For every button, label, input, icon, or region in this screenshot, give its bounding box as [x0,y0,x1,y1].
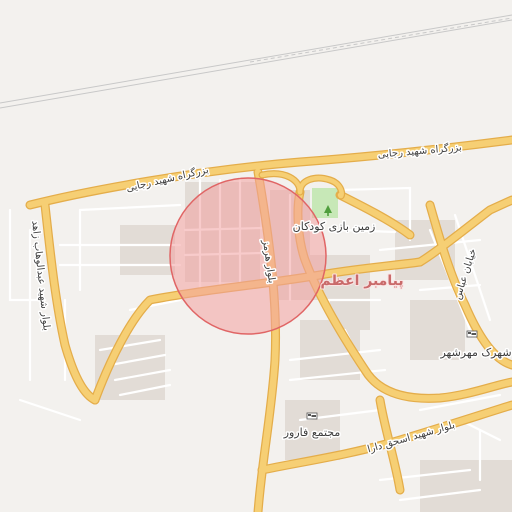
map-view[interactable]: بزرگراه شهید رجایی بزرگراه شهید رجایی بل… [0,0,512,512]
label-district: پیامبر اعظم [320,273,403,289]
map-canvas[interactable]: بزرگراه شهید رجایی بزرگراه شهید رجایی بل… [0,0,512,512]
label-poi-1: شهرک مهرشهر [439,346,511,359]
hotel-icon[interactable] [466,330,478,338]
label-poi-2: مجتمع فارور [283,426,341,439]
hotel-icon[interactable] [306,412,318,420]
label-playground: زمین بازی کودکان [293,220,376,233]
highlight-circle[interactable] [169,177,327,335]
park-area [312,188,338,218]
